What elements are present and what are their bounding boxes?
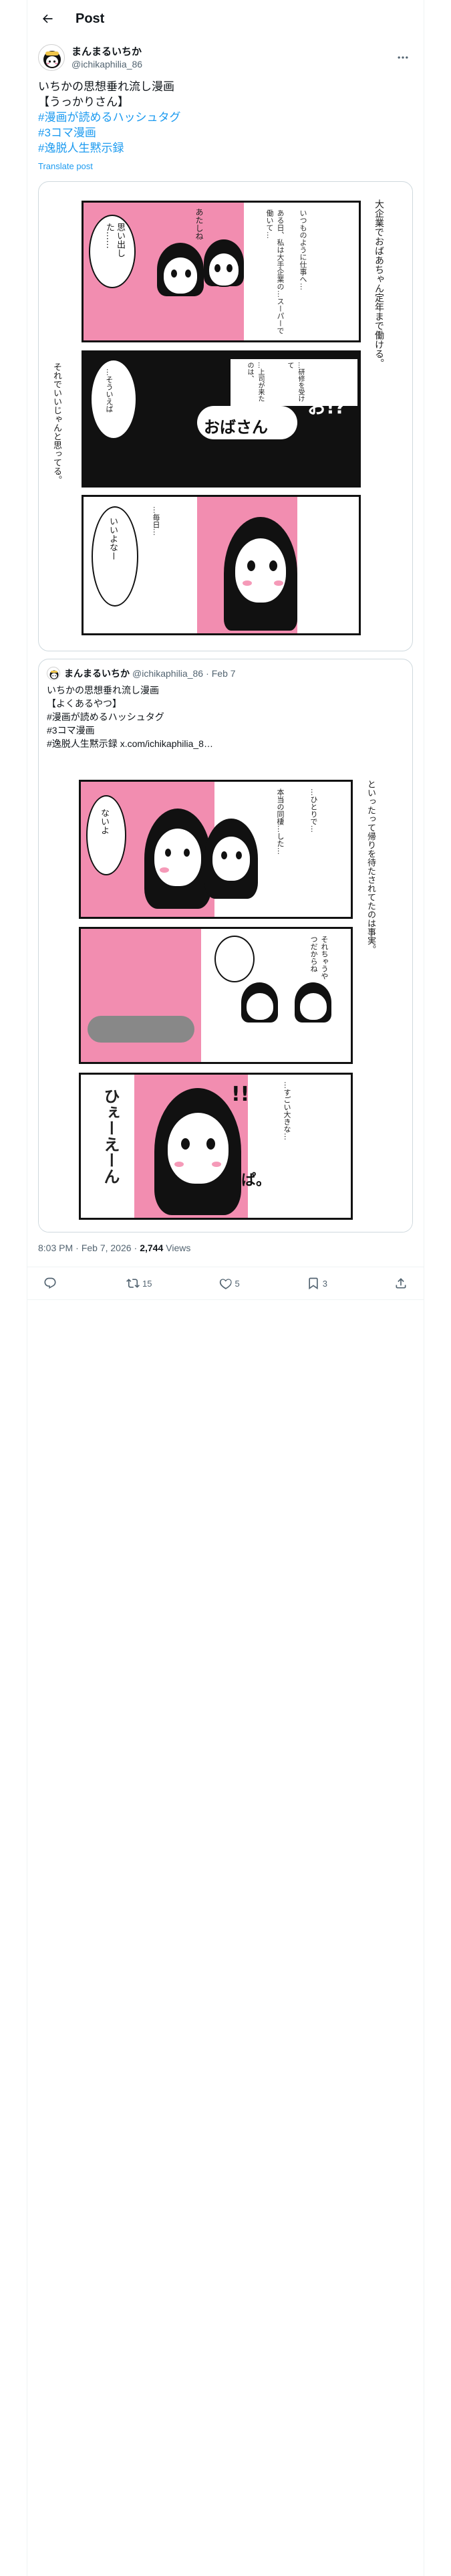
views-count: 2,744 (140, 1243, 164, 1253)
author-handle[interactable]: @ichikaphilia_86 (71, 58, 142, 70)
manga-speech: それちゃうやつだからね (309, 936, 329, 980)
arrow-left-icon (43, 14, 53, 23)
bookmark-button[interactable]: 3 (307, 1277, 327, 1290)
post-date[interactable]: Feb 7, 2026 (82, 1243, 132, 1253)
quoted-link: x.com/ichikaphilia_8… (120, 738, 213, 749)
manga-speech: 思い出した…… (104, 223, 125, 257)
views-label: Views (166, 1243, 191, 1253)
manga-sfx: !! (231, 1083, 250, 1106)
hashtag-link[interactable]: #逸脱人生黙示録 (38, 140, 413, 156)
quoted-text: いちかの思想垂れ流し漫画 【よくあるやつ】 #漫画が読めるハッシュタグ #3コマ… (47, 683, 404, 750)
quoted-line: いちかの思想垂れ流し漫画 (47, 685, 159, 695)
quoted-display-name: まんまるいちか (64, 668, 130, 679)
like-count: 5 (235, 1278, 240, 1289)
post-meta: 8:03 PM · Feb 7, 2026 · 2,744 Views (38, 1243, 191, 1253)
quoted-separator: · (206, 668, 209, 679)
quoted-handle: @ichikaphilia_86 (132, 668, 204, 679)
manga-speech: いいよなー (108, 517, 118, 560)
like-button[interactable]: 5 (219, 1277, 240, 1290)
manga-dialogue: いつものように仕事へ… (299, 209, 307, 290)
page-title: Post (76, 11, 105, 26)
post-line: 【うっかりさん】 (38, 96, 129, 108)
share-icon (396, 1278, 406, 1289)
manga-narration: それでいいじゃんと思ってる。 (51, 362, 61, 484)
manga-speech: あたしね (194, 208, 204, 240)
manga-narration: といったって帰りを待たされてたのは事実。 (365, 780, 375, 954)
avatar[interactable] (38, 44, 65, 71)
reply-icon (44, 1277, 56, 1289)
manga-narration: 大企業でおばあちゃん定年まで働ける。 (373, 199, 384, 368)
quoted-line-last: #逸脱人生黙示録 x.com/ichikaphilia_8… (47, 737, 404, 750)
manga-sfx: ひぇーえーん (101, 1088, 120, 1184)
back-button[interactable] (35, 7, 59, 31)
manga2-panel-1: ないよ 本当の同棲…した… …ひとりで… (79, 780, 353, 919)
repost-button[interactable]: 15 (126, 1277, 152, 1290)
top-bar: Post (27, 0, 424, 37)
post-image[interactable]: ある日、私は大手企業の…スーパーで働いて… いつものように仕事へ… 思い出した…… (38, 181, 413, 651)
hashtag-link[interactable]: #漫画が読めるハッシュタグ (38, 110, 413, 125)
more-options-button[interactable] (393, 47, 413, 68)
repost-icon (126, 1279, 140, 1288)
heart-icon (219, 1279, 232, 1289)
hashtag-link[interactable]: #3コマ漫画 (38, 125, 413, 140)
manga-panel-2: おばさん お!? …上司が来たのは、 …研修を受けて …そういえば (82, 350, 361, 488)
manga2-panel-2: それちゃうやつだからね (79, 927, 353, 1064)
post-text: いちかの思想垂れ流し漫画 【うっかりさん】 #漫画が読めるハッシュタグ #3コマ… (38, 79, 413, 156)
quoted-line: #3コマ漫画 (47, 725, 95, 736)
translate-post-link[interactable]: Translate post (38, 161, 93, 171)
quoted-post[interactable]: まんまるいちか @ichikaphilia_86 · Feb 7 いちかの思想垂… (38, 659, 413, 1232)
quoted-date: Feb 7 (211, 668, 236, 679)
manga2-panel-3: !! ぱ。 ひぇーえーん …すごい大きな… (79, 1073, 353, 1220)
quoted-post-header: まんまるいちか @ichikaphilia_86 · Feb 7 (47, 667, 236, 680)
manga-panel-3: いいよなー …毎日… (82, 495, 361, 635)
more-horizontal-icon (398, 56, 408, 59)
bookmark-icon (309, 1277, 318, 1290)
manga-speech: ないよ (99, 809, 109, 835)
repost-count: 15 (142, 1278, 152, 1289)
quoted-avatar (47, 667, 60, 680)
quoted-image: ないよ 本当の同棲…した… …ひとりで… といったって帰りを待たされてたのは事実… (39, 766, 412, 1232)
author-display-name[interactable]: まんまるいちか (71, 45, 142, 58)
reply-button[interactable] (43, 1277, 59, 1290)
author-row: まんまるいちか @ichikaphilia_86 (38, 43, 413, 72)
quoted-line: #漫画が読めるハッシュタグ (47, 712, 164, 722)
share-button[interactable] (394, 1277, 408, 1290)
manga-panel-1: ある日、私は大手企業の…スーパーで働いて… いつものように仕事へ… 思い出した…… (82, 201, 361, 342)
quoted-hashtag: #逸脱人生黙示録 (47, 738, 118, 749)
post-line: いちかの思想垂れ流し漫画 (38, 80, 174, 93)
manga-dialogue: ある日、私は大手企業の…スーパーで働いて… (265, 209, 285, 334)
manga-sfx: ぱ。 (241, 1172, 271, 1189)
post-time[interactable]: 8:03 PM (38, 1243, 73, 1253)
manga-sfx: おばさん (204, 418, 268, 437)
action-bar: 15 5 3 (27, 1267, 424, 1300)
bookmark-count: 3 (322, 1278, 327, 1289)
quoted-line: 【よくあるやつ】 (47, 698, 122, 709)
